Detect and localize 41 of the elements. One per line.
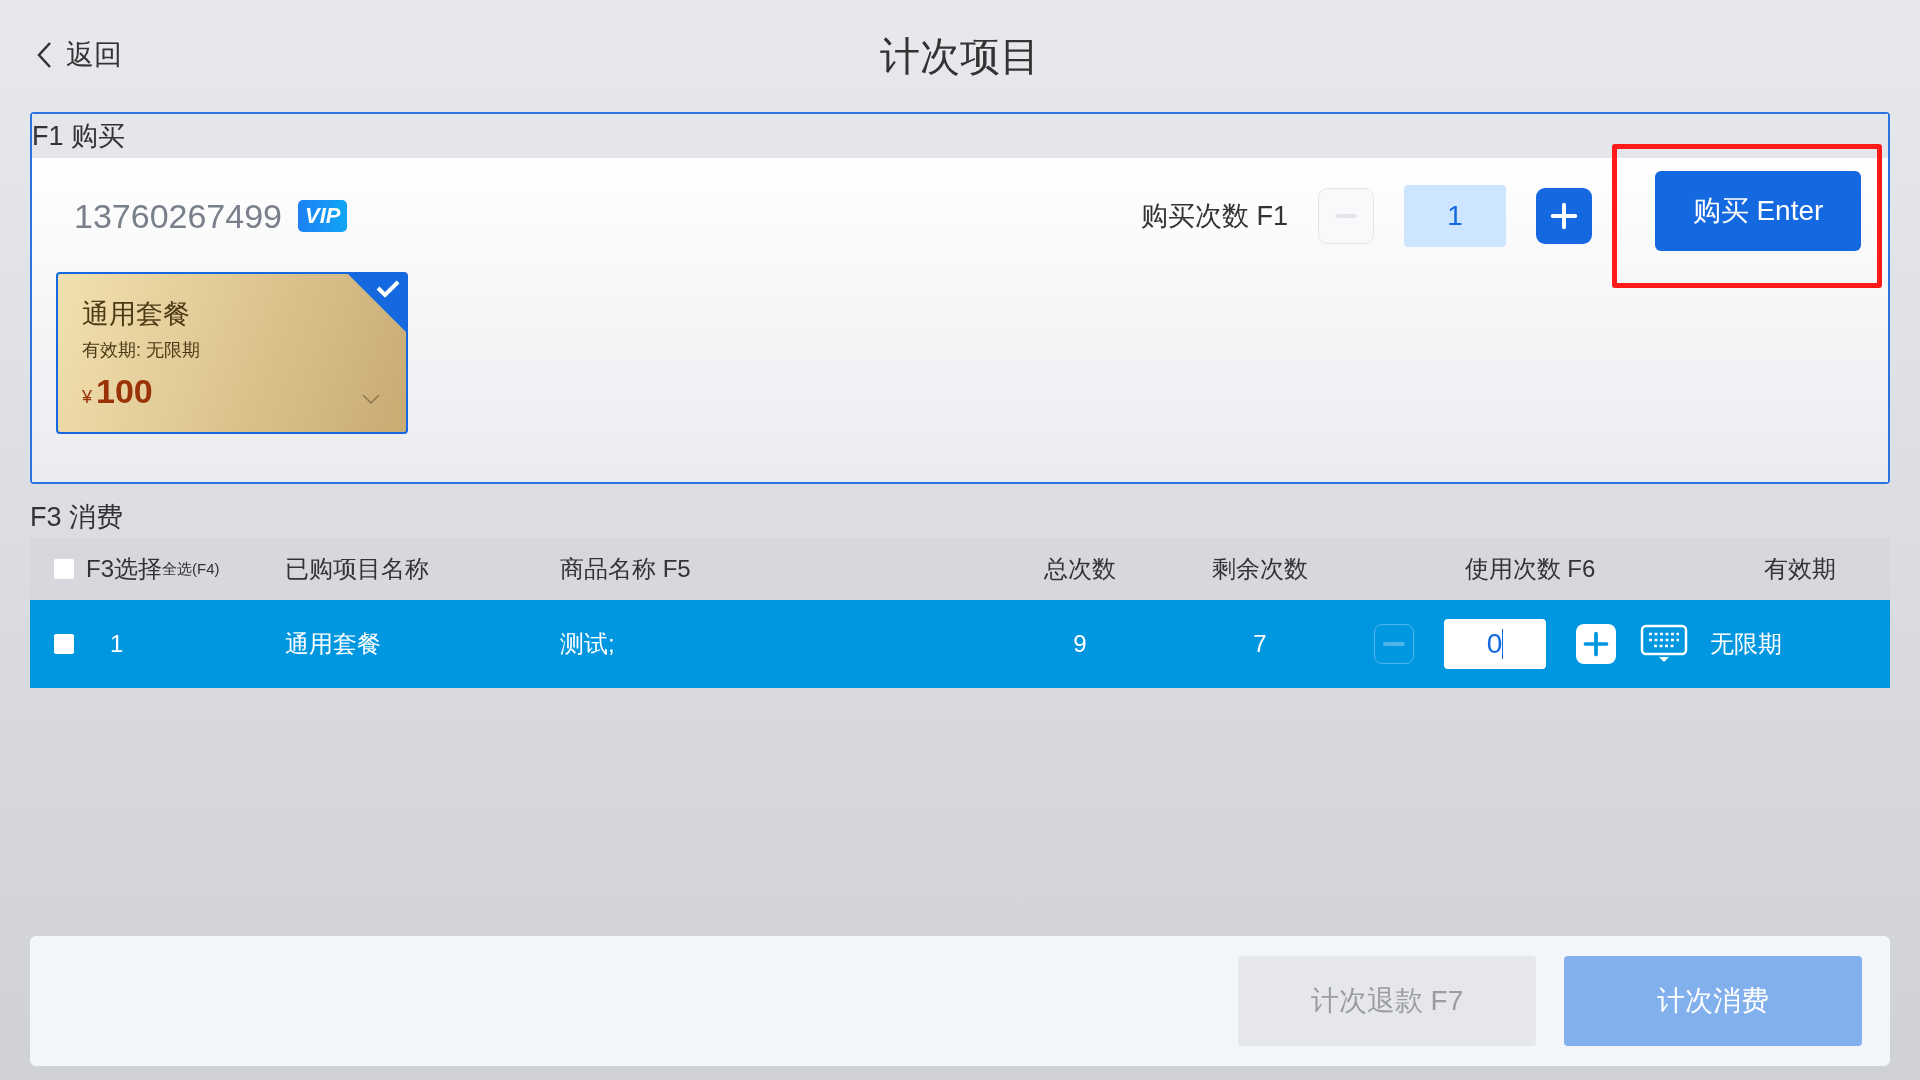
currency-symbol: ¥ <box>82 387 92 408</box>
plus-icon <box>1582 630 1610 658</box>
package-price: 100 <box>96 372 153 411</box>
column-header: 已购项目名称 <box>285 554 430 584</box>
quantity-field[interactable]: 1 <box>1404 185 1506 247</box>
table-cell-text: 无限期 <box>1710 629 1783 659</box>
check-corner-icon <box>348 274 406 332</box>
column-header: 商品名称 F5 <box>560 554 692 584</box>
phone-number: 13760267499 <box>74 196 282 236</box>
table-row[interactable]: 1 通用套餐 测试; 9 7 0 无限期 <box>30 600 1890 688</box>
chevron-down-icon <box>362 394 380 404</box>
quantity-label: 购买次数 F1 <box>1141 200 1288 233</box>
table-cell-text: 7 <box>1252 630 1268 658</box>
row-checkbox[interactable] <box>54 634 74 654</box>
plus-icon <box>1549 201 1579 231</box>
plus-button[interactable] <box>1576 624 1616 664</box>
package-card[interactable]: 通用套餐 有效期: 无限期 ¥100 <box>56 272 408 434</box>
table-cell-text: 9 <box>1072 630 1088 658</box>
select-all-hint: 全选(F4) <box>162 559 220 577</box>
select-all-checkbox[interactable] <box>54 559 74 579</box>
table-cell-text: 测试; <box>560 629 616 659</box>
table-cell: 1 <box>110 630 124 658</box>
column-header: 总次数 <box>1043 554 1117 584</box>
buy-button[interactable]: 购买 Enter <box>1655 171 1861 251</box>
column-header: F3选择 <box>86 554 162 584</box>
use-count-field[interactable]: 0 <box>1444 619 1546 669</box>
column-header: 使用次数 F6 <box>1463 554 1597 584</box>
section-title: F1 购买 <box>32 120 126 153</box>
package-validity: 有效期: 无限期 <box>82 339 201 362</box>
keyboard-icon[interactable] <box>1640 624 1688 664</box>
table-cell-text: 通用套餐 <box>285 629 382 659</box>
chevron-left-icon <box>36 41 52 69</box>
column-header: 剩余次数 <box>1211 554 1309 584</box>
plus-button[interactable] <box>1536 188 1592 244</box>
back-button[interactable]: 返回 <box>30 36 122 74</box>
vip-badge: VIP <box>298 200 348 232</box>
section-title: F3 消费 <box>30 501 124 534</box>
minus-icon <box>1383 642 1405 646</box>
page-title: 计次项目 <box>880 32 1040 80</box>
column-header: 有效期 <box>1763 554 1837 584</box>
package-name: 通用套餐 <box>82 298 191 331</box>
